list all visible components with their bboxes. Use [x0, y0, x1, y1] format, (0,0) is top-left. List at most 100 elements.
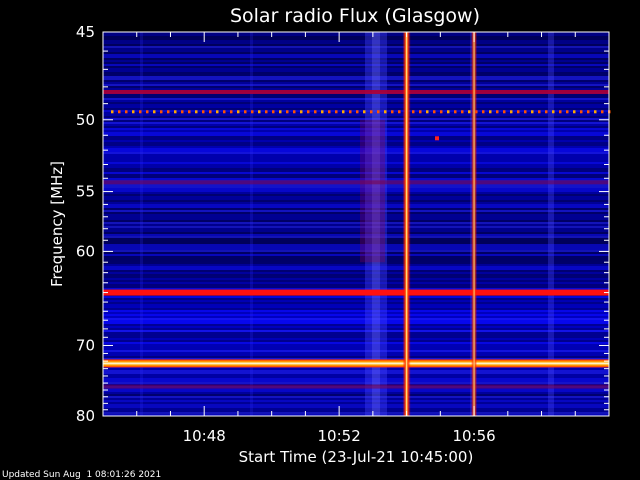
texture-streak — [103, 254, 609, 256]
burst-10-54-00 — [402, 32, 411, 416]
y-tick-label: 45 — [76, 23, 95, 41]
texture-streak — [103, 114, 609, 116]
band-dot — [125, 110, 128, 114]
band-dot — [174, 110, 177, 114]
texture-streak — [103, 308, 609, 310]
texture-streak — [103, 344, 609, 346]
band-dot — [426, 110, 429, 114]
texture-streak — [103, 312, 609, 314]
band-dot — [167, 110, 170, 114]
texture-streak — [103, 126, 609, 128]
texture-streak — [103, 98, 609, 100]
band-dot — [510, 110, 513, 114]
texture-streak — [103, 336, 609, 338]
interference-column — [250, 32, 253, 416]
texture-streak — [103, 186, 609, 188]
x-tick-label: 10:48 — [183, 427, 226, 445]
band-dot — [223, 110, 226, 114]
texture-streak — [103, 284, 609, 286]
band-dot — [377, 110, 380, 114]
texture-streak — [103, 128, 609, 130]
band-dot — [181, 110, 184, 114]
band-dot — [272, 110, 275, 114]
band-dot — [160, 110, 163, 114]
texture-streak — [103, 400, 609, 402]
texture-streak — [103, 376, 609, 378]
band-dot — [594, 110, 597, 114]
band-dot — [139, 110, 142, 114]
band-dot — [349, 110, 352, 114]
texture-streak — [103, 166, 609, 168]
band-dot — [293, 110, 296, 114]
band-dot — [573, 110, 576, 114]
texture-streak — [103, 136, 609, 138]
texture-streak — [103, 408, 609, 410]
band-dot — [552, 110, 555, 114]
band-dot — [216, 110, 219, 114]
band-dot — [237, 110, 240, 114]
band-75-5mhz — [103, 384, 609, 389]
texture-streak — [103, 380, 609, 382]
y-tick-label: 70 — [76, 336, 95, 354]
texture-streak — [103, 40, 609, 42]
texture-streak — [103, 168, 609, 170]
texture-streak — [103, 130, 609, 132]
texture-streak — [103, 304, 609, 306]
band-dot — [482, 110, 485, 114]
texture-streak — [103, 146, 609, 148]
texture-streak — [103, 278, 609, 280]
texture-streak — [103, 206, 609, 208]
texture-streak — [103, 246, 609, 248]
texture-streak — [103, 348, 609, 350]
band-dot — [202, 110, 205, 114]
band-dot — [244, 110, 247, 114]
texture-streak — [103, 76, 609, 78]
texture-streak — [103, 324, 609, 326]
texture-streak — [103, 316, 609, 318]
texture-streak — [103, 70, 609, 72]
texture-streak — [103, 266, 609, 268]
texture-streak — [103, 38, 609, 40]
texture-streak — [103, 56, 609, 58]
band-dot — [433, 110, 436, 114]
texture-streak — [103, 52, 609, 54]
band-dot — [251, 110, 254, 114]
update-timestamp: Updated Sun Aug 1 08:01:26 2021 — [2, 470, 161, 480]
texture-streak — [103, 352, 609, 354]
texture-streak — [103, 274, 609, 276]
texture-streak — [103, 228, 609, 230]
texture-streak — [103, 62, 609, 64]
texture-streak — [103, 322, 609, 324]
texture-streak — [103, 96, 609, 98]
texture-streak — [103, 72, 609, 74]
texture-streak — [103, 68, 609, 70]
texture-streak — [103, 350, 609, 352]
texture-streak — [103, 328, 609, 330]
band-dot — [440, 110, 443, 114]
band-dot — [468, 110, 471, 114]
x-axis-title: Start Time (23-Jul-21 10:45:00) — [239, 448, 474, 466]
band-dot — [230, 110, 233, 114]
texture-streak — [103, 392, 609, 394]
band-dot — [307, 110, 310, 114]
texture-streak — [103, 264, 609, 266]
band-dot — [363, 110, 366, 114]
texture-streak — [103, 196, 609, 198]
band-dot — [356, 110, 359, 114]
band-dot — [398, 110, 401, 114]
band-dot — [489, 110, 492, 114]
texture-streak — [103, 46, 609, 48]
plot-area — [103, 32, 611, 416]
band-dot — [587, 110, 590, 114]
texture-streak — [103, 156, 609, 158]
texture-streak — [103, 318, 609, 320]
texture-streak — [103, 94, 609, 96]
texture-streak — [103, 202, 609, 204]
band-dot — [454, 110, 457, 114]
band-dot — [384, 110, 387, 114]
texture-streak — [103, 378, 609, 380]
band-dot — [503, 110, 506, 114]
band-dot — [531, 110, 534, 114]
texture-streak — [103, 80, 609, 82]
texture-streak — [103, 122, 609, 124]
